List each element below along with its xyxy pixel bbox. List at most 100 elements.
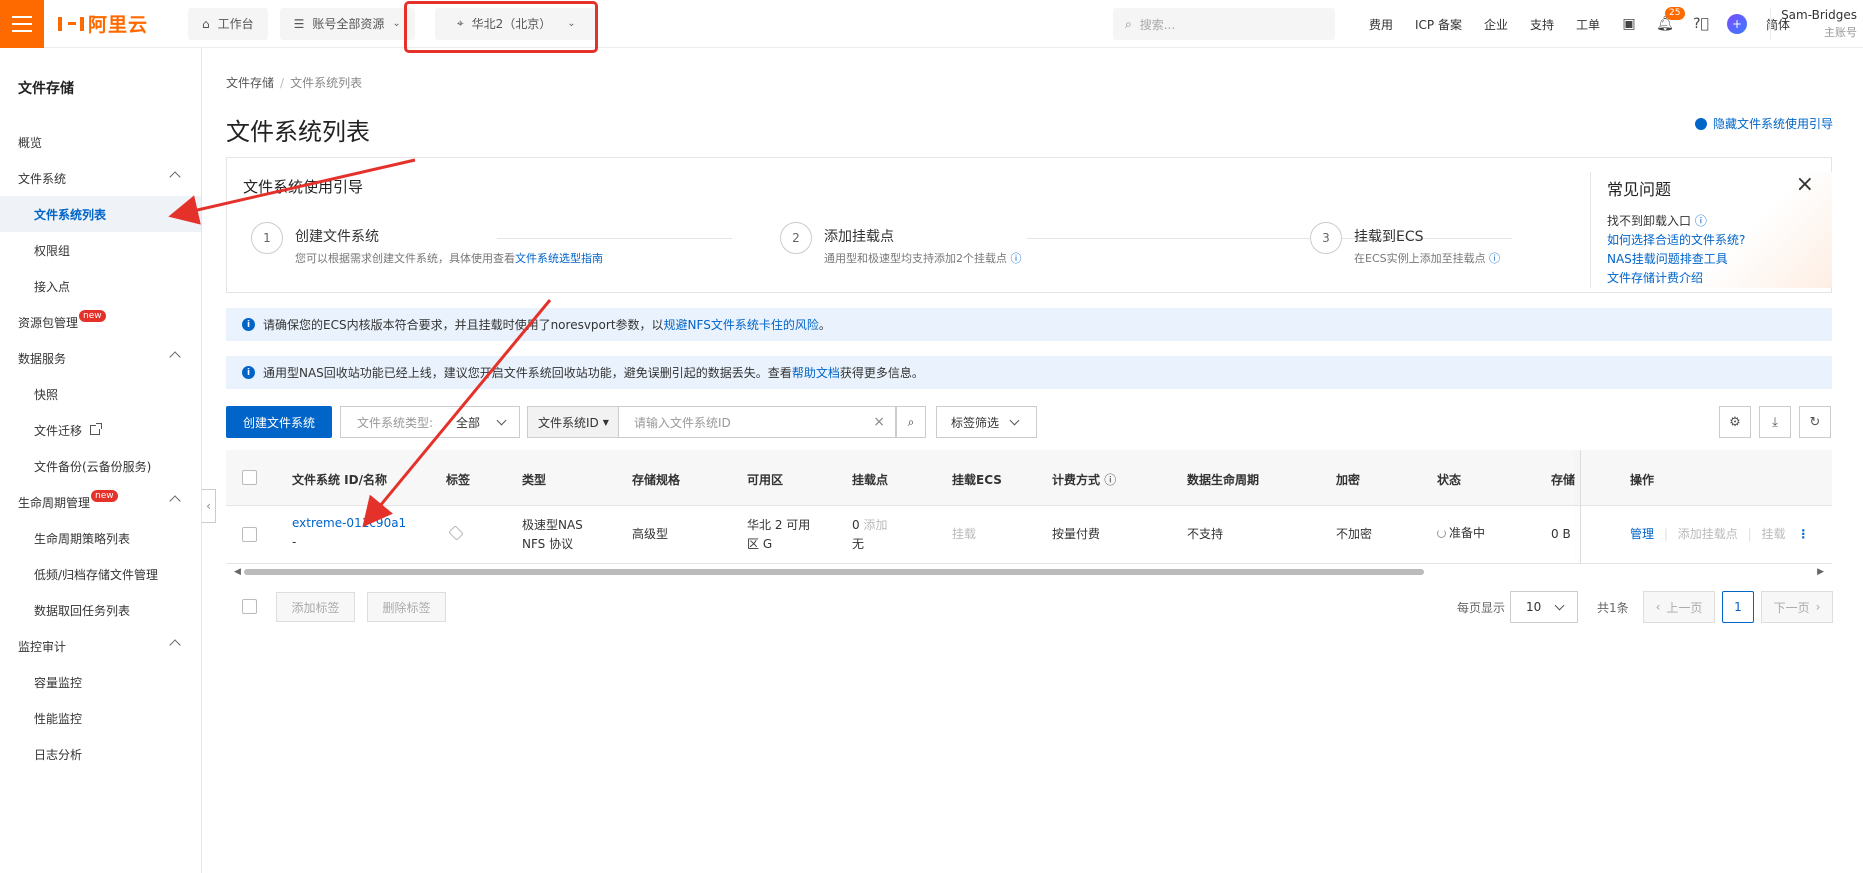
step-number: 1 [251,222,283,254]
breadcrumb-root[interactable]: 文件存储 [226,76,274,90]
help-doc-link[interactable]: 帮助文档 [792,366,840,380]
col-spec: 存储规格 [632,473,681,487]
aliyun-logo[interactable]: 阿里云 [58,10,168,37]
top-link-support[interactable]: 支持 [1519,16,1565,33]
row-tag[interactable] [448,525,464,541]
add-mount-link[interactable]: 添加 [863,518,887,532]
col-billing-label: 计费方式 [1052,473,1101,487]
sidebar-item-overview[interactable]: 概览 [0,124,201,160]
total-count: 共1条 [1597,601,1629,615]
sidebar-item-snapshot[interactable]: 快照 [0,376,201,412]
step-title: 添加挂载点 [824,229,894,245]
bell-icon[interactable]: 🔔︎ 25 [1647,7,1685,32]
global-search-input[interactable]: ⌕ 搜索... [1113,8,1335,40]
sidebar-item-log[interactable]: 日志分析 [0,736,201,772]
download-icon[interactable]: ⤓ [1759,406,1791,438]
manage-link[interactable]: 管理 [1630,527,1654,541]
table-header: 文件系统 ID/名称 标签 类型 存储规格 可用区 挂载点 挂载ECS 计费方式… [226,450,1832,506]
fs-selection-guide-link[interactable]: 文件系统选型指南 [515,252,603,265]
hamburger-menu-icon[interactable] [0,0,44,48]
terminal-icon[interactable]: ▣ [1611,16,1647,32]
add-mount-point-link[interactable]: 添加挂载点 [1678,527,1738,541]
scroll-thumb[interactable] [244,569,1424,575]
sidebar-item-access-point[interactable]: 接入点 [0,268,201,304]
search-field-select[interactable]: 文件系统ID ▼ [527,406,619,438]
search-placeholder: 搜索... [1139,17,1176,32]
mount-link[interactable]: 挂载 [1761,527,1785,541]
row-mount-ecs[interactable]: 挂载 [952,525,976,544]
faq-item-unmount[interactable]: 找不到卸载入口 [1607,214,1691,228]
prev-page-button[interactable]: ‹ 上一页 [1643,591,1715,623]
faq-panel: 常见问题 × 找不到卸载入口 ⓘ 如何选择合适的文件系统? NAS挂载问题排查工… [1590,172,1832,288]
sidebar-item-lifecycle-policy[interactable]: 生命周期策略列表 [0,520,201,556]
chevron-up-icon [169,351,181,363]
sidebar-item-capacity[interactable]: 容量监控 [0,664,201,700]
sidebar-group-monitor[interactable]: 监控审计 [0,628,201,664]
sidebar-item-performance[interactable]: 性能监控 [0,700,201,736]
settings-icon[interactable]: ⚙ [1719,406,1751,438]
sidebar-item-resource-package[interactable]: 资源包管理 new [0,304,201,340]
resource-scope-dropdown[interactable]: ☰ 账号全部资源 ⌄ [279,7,415,40]
fs-type-filter[interactable]: 文件系统类型: 全部 [340,406,520,438]
help-circle-icon[interactable]: ⓘ [1104,473,1116,487]
row-checkbox[interactable] [242,527,257,542]
sidebar-item-backup[interactable]: 文件备份(云备份服务) [0,448,201,484]
workbench-button[interactable]: ⌂ 工作台 [188,7,268,40]
top-link-billing[interactable]: 费用 [1358,16,1404,33]
faq-item-choose-fs[interactable]: 如何选择合适的文件系统? [1607,233,1745,247]
refresh-icon[interactable]: ↻ [1799,406,1831,438]
col-tag: 标签 [446,473,471,487]
more-vertical-icon[interactable]: ⋮ [1797,527,1809,541]
fs-id-search-input[interactable]: 请输入文件系统ID × [618,406,896,438]
sidebar-item-retrieve[interactable]: 数据取回任务列表 [0,592,201,628]
footer-select-all-checkbox[interactable] [242,599,257,614]
help-icon[interactable]: ?⃝ [1683,16,1719,32]
notice-text-part: 。 [818,318,831,332]
layers-icon: ☰ [293,16,305,31]
top-link-enterprise[interactable]: 企业 [1473,16,1519,33]
next-page-button[interactable]: 下一页 › [1761,591,1833,623]
clear-icon[interactable]: × [873,414,885,430]
sidebar-item-permission-group[interactable]: 权限组 [0,232,201,268]
select-all-checkbox[interactable] [242,470,257,485]
chevron-up-icon [169,639,181,651]
faq-item-billing[interactable]: 文件存储计费介绍 [1607,271,1703,285]
fs-type-value: 全部 [456,415,481,430]
top-link-icp[interactable]: ICP 备案 [1404,16,1473,33]
scroll-right-icon[interactable]: ▶ [1817,567,1824,577]
help-circle-icon[interactable]: ⓘ [1007,252,1021,265]
step-number: 2 [780,222,812,254]
scroll-left-icon[interactable]: ◀ [234,567,241,577]
next-label: 下一页 [1773,600,1810,615]
close-icon[interactable]: × [1796,174,1814,196]
sidebar-item-archive[interactable]: 低频/归档存储文件管理 [0,556,201,592]
sidebar-group-lifecycle[interactable]: 生命周期管理 new [0,484,201,520]
table-horizontal-scrollbar[interactable]: ◀ ▶ [226,565,1832,579]
sidebar-group-file-system[interactable]: 文件系统 [0,160,201,196]
user-account-menu[interactable]: Sam-Bridges 主账号 [1770,8,1857,40]
per-page-select[interactable]: 10 [1510,591,1578,623]
sidebar-group-data-service[interactable]: 数据服务 [0,340,201,376]
col-mount-point: 挂载点 [852,473,889,487]
add-tag-button[interactable]: 添加标签 [276,592,355,622]
step-desc: 通用型和极速型均支持添加2个挂载点 ⓘ [824,250,1022,266]
sidebar-title: 文件存储 [18,81,74,97]
sidebar-item-migration[interactable]: 文件迁移 [0,412,201,448]
help-circle-icon[interactable]: ⓘ [1486,252,1500,265]
page-1-button[interactable]: 1 [1722,591,1754,623]
hide-guide-link[interactable]: 隐藏文件系统使用引导 [1694,115,1833,132]
top-link-ticket[interactable]: 工单 [1565,16,1611,33]
sidebar-item-fs-list[interactable]: 文件系统列表 [0,196,201,232]
delete-tag-button[interactable]: 删除标签 [367,592,446,622]
nfs-risk-link[interactable]: 规避NFS文件系统卡住的风险 [664,318,819,332]
col-mount-ecs: 挂载ECS [952,473,1002,487]
create-file-system-button[interactable]: 创建文件系统 [226,406,332,438]
sidebar-collapse-toggle[interactable]: ‹ [202,489,216,523]
col-zone: 可用区 [747,473,784,487]
fs-id-link[interactable]: extreme-011c90a1 [292,514,406,533]
ai-assistant-icon[interactable]: + [1719,14,1755,34]
search-button[interactable]: ⌕ [896,406,926,438]
faq-item-troubleshoot[interactable]: NAS挂载问题排查工具 [1607,252,1728,266]
home-icon: ⌂ [202,16,210,31]
tag-filter-dropdown[interactable]: 标签筛选 [936,406,1037,438]
